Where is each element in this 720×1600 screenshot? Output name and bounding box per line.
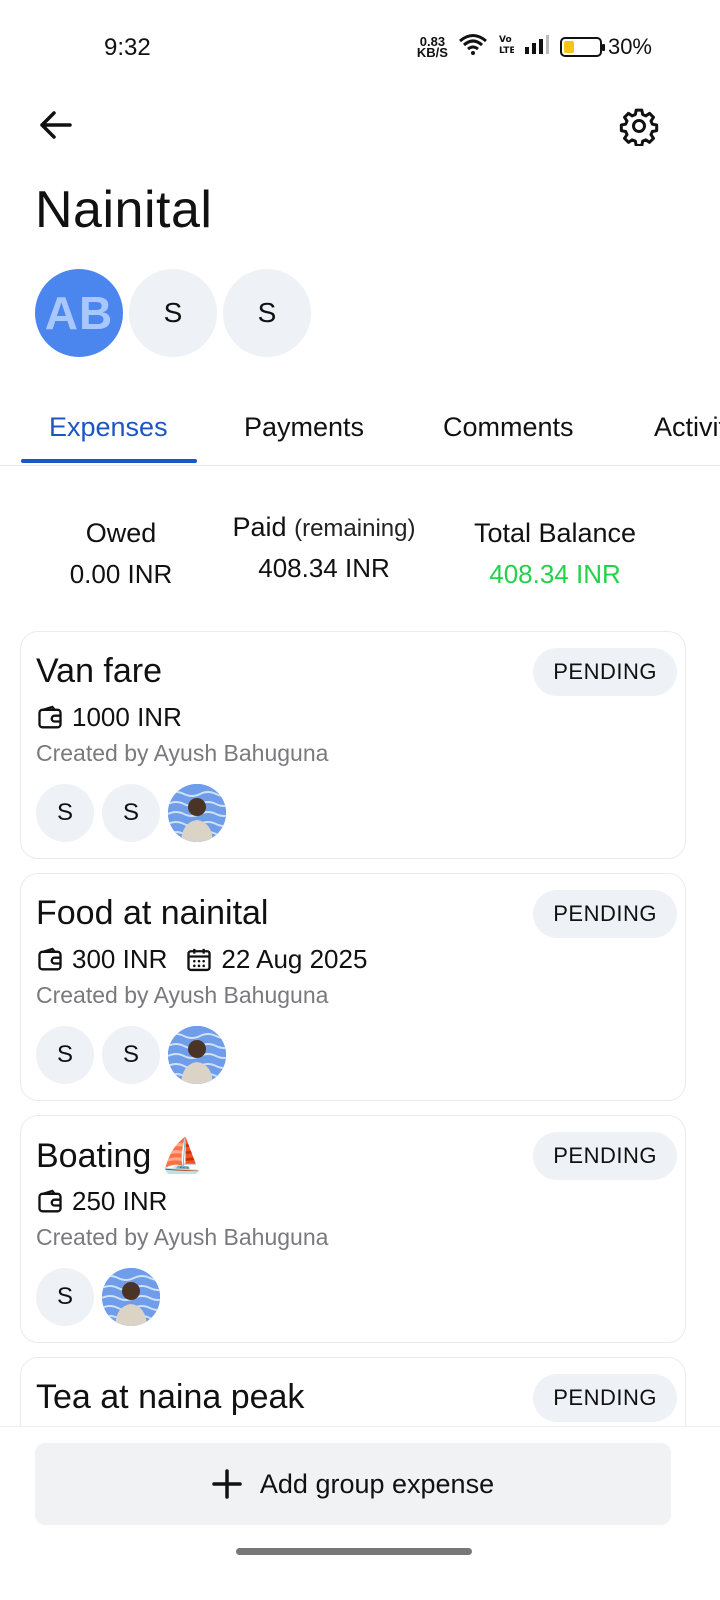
- paid-label: Paid: [232, 512, 287, 542]
- signal-icon: [524, 34, 550, 60]
- wifi-icon: [458, 33, 488, 61]
- battery-icon: 30%: [559, 34, 652, 60]
- status-icons: 0.83 KB/S Vo LTE 30%: [417, 33, 652, 61]
- participant-photo-avatar: [168, 1026, 226, 1084]
- add-group-expense-label: Add group expense: [259, 1468, 495, 1499]
- expense-creator: Created by Ayush Bahuguna: [36, 740, 329, 766]
- paid-summary: Paid (remaining) 408.34 INR: [222, 512, 426, 584]
- volte-icon: Vo LTE: [498, 33, 516, 61]
- expense-title: Van fare: [36, 652, 163, 690]
- battery-percent: 30%: [607, 34, 652, 59]
- group-members: AB S S: [35, 269, 311, 357]
- plus-icon: [212, 1469, 242, 1499]
- total-label: Total Balance: [473, 518, 637, 548]
- calendar-icon: [185, 946, 213, 974]
- wallet-icon: [36, 1188, 64, 1216]
- tab-comments[interactable]: Comments: [443, 412, 574, 443]
- svg-text:LTE: LTE: [499, 46, 514, 55]
- status-bar: 9:32 0.83 KB/S Vo LTE 30%: [0, 0, 720, 96]
- expense-meta: 1000 INR: [36, 702, 182, 733]
- paid-sublabel: (remaining): [294, 515, 416, 542]
- participant-avatar: S: [36, 1026, 94, 1084]
- tab-activity[interactable]: Activity: [654, 412, 720, 443]
- page-title: Nainital: [35, 181, 213, 239]
- participant-avatar: S: [102, 784, 160, 842]
- tab-expenses[interactable]: Expenses: [49, 412, 168, 443]
- participant-avatar: S: [36, 784, 94, 842]
- expense-card[interactable]: Food at nainital PENDING 300 INR 22 Aug …: [20, 873, 686, 1101]
- owed-summary: Owed 0.00 INR: [40, 518, 202, 590]
- home-indicator[interactable]: [236, 1548, 472, 1555]
- expense-meta: 300 INR 22 Aug 2025: [36, 944, 367, 975]
- svg-text:Vo: Vo: [499, 35, 512, 45]
- expense-amount: 300 INR: [72, 944, 168, 974]
- status-badge: PENDING: [533, 890, 677, 938]
- participant-avatars: S S: [36, 784, 226, 842]
- expense-title: Food at nainital: [36, 894, 269, 932]
- participant-avatars: S: [36, 1268, 160, 1326]
- network-speed: 0.83 KB/S: [416, 35, 448, 60]
- expense-creator: Created by Ayush Bahuguna: [36, 1224, 329, 1250]
- balance-summary: Owed 0.00 INR Paid (remaining) 408.34 IN…: [0, 512, 720, 602]
- member-avatar[interactable]: AB: [35, 269, 123, 357]
- participant-avatars: S S: [36, 1026, 226, 1084]
- member-avatar[interactable]: S: [223, 269, 311, 357]
- expense-title: Tea at naina peak: [36, 1378, 305, 1416]
- participant-avatar: S: [36, 1268, 94, 1326]
- status-badge: PENDING: [533, 648, 677, 696]
- expense-card[interactable]: Van fare PENDING 1000 INR Created by Ayu…: [20, 631, 686, 859]
- status-time: 9:32: [104, 34, 151, 61]
- expense-date: 22 Aug 2025: [221, 944, 368, 974]
- participant-avatar: S: [102, 1026, 160, 1084]
- total-value: 408.34 INR: [489, 559, 621, 589]
- tab-payments[interactable]: Payments: [244, 412, 364, 443]
- gear-icon: [619, 108, 659, 146]
- expense-card[interactable]: Boating ⛵ PENDING 250 INR Created by Ayu…: [20, 1115, 686, 1343]
- expense-title: Boating ⛵: [36, 1137, 204, 1175]
- owed-value: 0.00 INR: [69, 559, 173, 589]
- expense-meta: 250 INR: [36, 1186, 167, 1217]
- expense-creator: Created by Ayush Bahuguna: [36, 982, 329, 1008]
- bottom-bar: Add group expense: [0, 1426, 720, 1600]
- active-tab-indicator: [21, 459, 197, 463]
- tab-bar: Expenses Payments Comments Activity: [0, 396, 720, 466]
- arrow-left-icon: [40, 111, 72, 139]
- wallet-icon: [36, 704, 64, 732]
- total-summary: Total Balance 408.34 INR: [462, 518, 648, 590]
- network-speed-unit: KB/S: [416, 45, 448, 60]
- expense-amount: 1000 INR: [72, 702, 182, 732]
- status-badge: PENDING: [533, 1132, 677, 1180]
- participant-photo-avatar: [102, 1268, 160, 1326]
- status-badge: PENDING: [533, 1374, 677, 1422]
- owed-label: Owed: [85, 518, 157, 548]
- settings-button[interactable]: [616, 103, 662, 149]
- expense-amount: 250 INR: [72, 1186, 168, 1216]
- back-button[interactable]: [34, 104, 76, 146]
- member-avatar[interactable]: S: [129, 269, 217, 357]
- wallet-icon: [36, 946, 64, 974]
- participant-photo-avatar: [168, 784, 226, 842]
- paid-value: 408.34 INR: [258, 553, 390, 583]
- add-group-expense-button[interactable]: Add group expense: [35, 1443, 671, 1525]
